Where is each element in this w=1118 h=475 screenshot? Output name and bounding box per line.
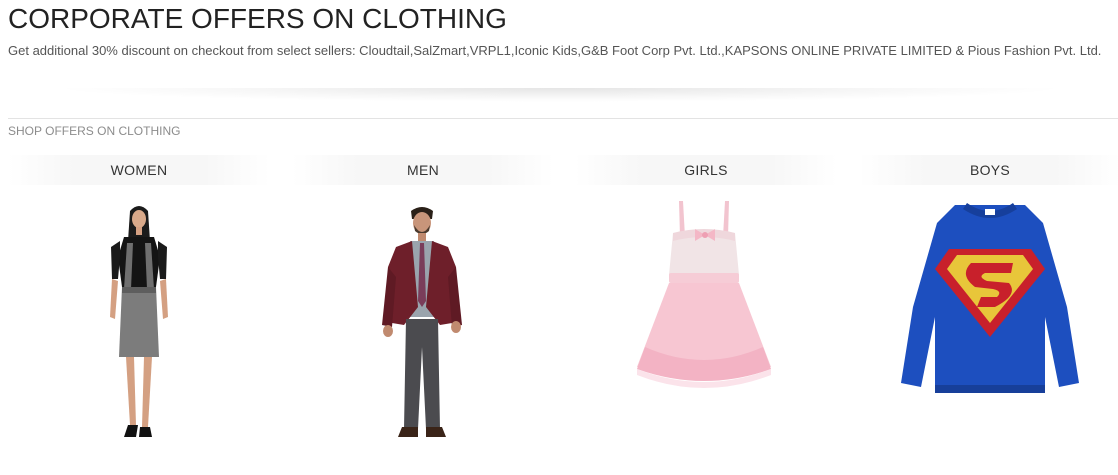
category-men[interactable]: MEN — [292, 155, 554, 475]
category-header: WOMEN — [8, 155, 270, 185]
category-women[interactable]: WOMEN — [8, 155, 270, 475]
category-label-women[interactable]: WOMEN — [111, 155, 168, 185]
section-heading: SHOP OFFERS ON CLOTHING — [8, 124, 181, 138]
offer-description: Get additional 30% discount on checkout … — [8, 43, 1102, 58]
category-boys[interactable]: BOYS — [859, 155, 1118, 475]
section-divider — [8, 118, 1118, 119]
category-header: GIRLS — [575, 155, 837, 185]
category-header: MEN — [292, 155, 554, 185]
men-product-image[interactable] — [292, 197, 554, 467]
category-label-boys[interactable]: BOYS — [970, 155, 1010, 185]
category-girls[interactable]: GIRLS — [575, 155, 837, 475]
category-label-girls[interactable]: GIRLS — [684, 155, 728, 185]
boys-product-image[interactable] — [859, 197, 1118, 467]
shadow-divider — [50, 88, 1070, 102]
women-product-image[interactable] — [8, 197, 270, 467]
category-label-men[interactable]: MEN — [407, 155, 439, 185]
category-header: BOYS — [859, 155, 1118, 185]
girls-product-image[interactable] — [575, 197, 837, 467]
page-title: CORPORATE OFFERS ON CLOTHING — [8, 3, 507, 34]
